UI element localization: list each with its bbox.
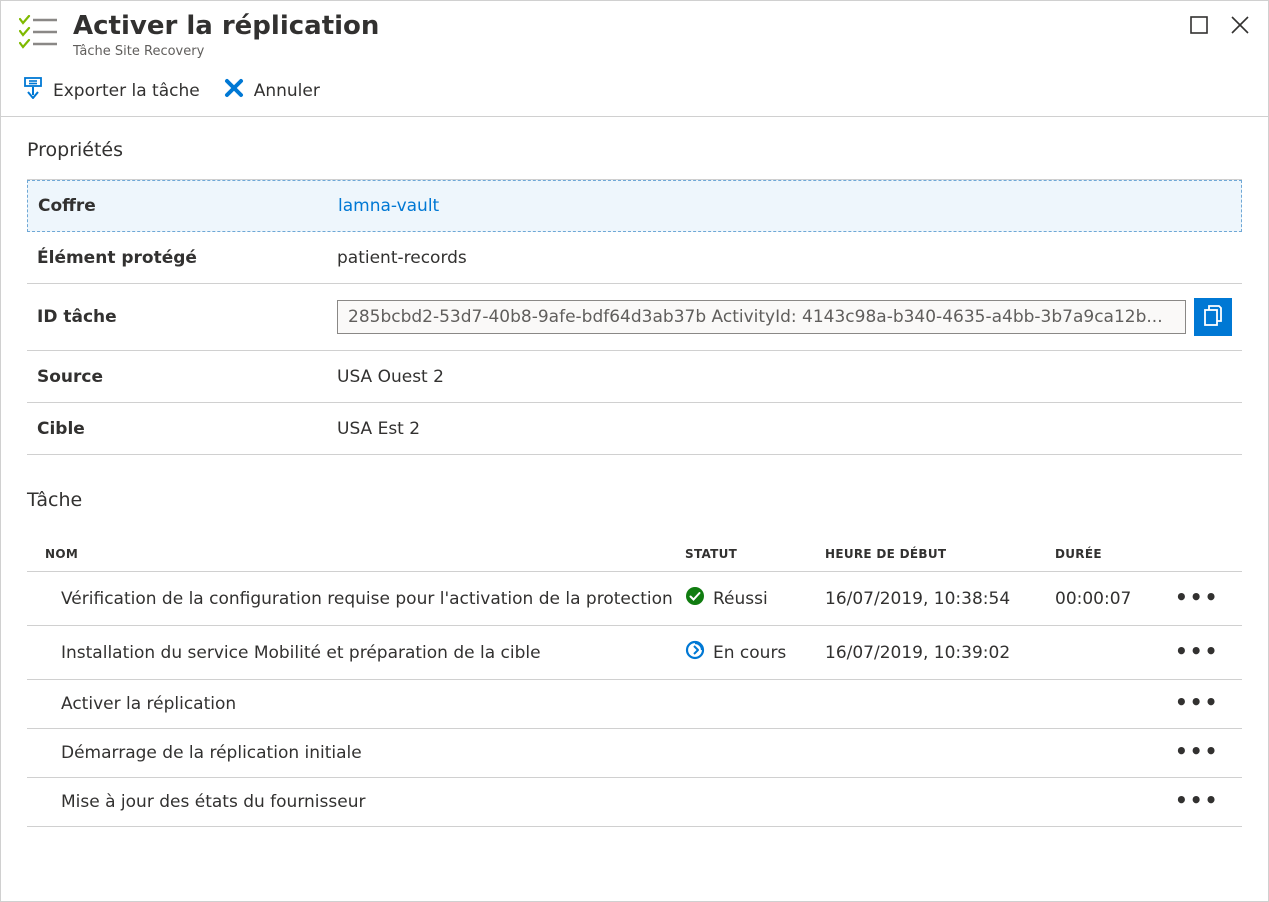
column-header-duration[interactable]: DURÉE: [1055, 547, 1175, 561]
table-row[interactable]: Mise à jour des états du fournisseur •••: [27, 777, 1242, 827]
more-actions-button[interactable]: •••: [1175, 585, 1219, 609]
property-row-task-id: ID tâche 285bcbd2-53d7-40b8-9afe-bdf64d3…: [27, 284, 1242, 351]
property-row-protected-item: Élément protégé patient-records: [27, 232, 1242, 284]
task-name: Mise à jour des états du fournisseur: [45, 792, 685, 812]
status-success-icon: [685, 586, 705, 611]
copy-button[interactable]: [1194, 298, 1232, 336]
property-value: patient-records: [337, 248, 1232, 268]
task-name: Activer la réplication: [45, 694, 685, 714]
task-status: En cours: [713, 643, 786, 663]
column-header-status[interactable]: STATUT: [685, 547, 825, 561]
page-title: Activer la réplication: [73, 11, 1190, 42]
status-progress-icon: [685, 640, 705, 665]
task-list-icon: [19, 15, 59, 53]
table-row[interactable]: Activer la réplication •••: [27, 679, 1242, 728]
task-start-time: 16/07/2019, 10:39:02: [825, 643, 1055, 663]
property-label: Source: [37, 367, 337, 387]
property-value: USA Ouest 2: [337, 367, 1232, 387]
task-start-time: 16/07/2019, 10:38:54: [825, 589, 1055, 609]
export-task-label: Exporter la tâche: [53, 81, 200, 101]
property-row-vault[interactable]: Coffre lamna-vault: [27, 180, 1242, 232]
property-label: Cible: [37, 419, 337, 439]
cancel-button[interactable]: Annuler: [224, 78, 320, 103]
property-label: Élément protégé: [37, 248, 337, 268]
properties-heading: Propriétés: [27, 139, 1242, 161]
export-task-button[interactable]: Exporter la tâche: [23, 77, 200, 104]
column-header-name[interactable]: NOM: [45, 547, 685, 561]
property-row-target: Cible USA Est 2: [27, 403, 1242, 455]
table-row[interactable]: Vérification de la configuration requise…: [27, 571, 1242, 625]
task-duration: 00:00:07: [1055, 589, 1175, 609]
column-header-start[interactable]: HEURE DE DÉBUT: [825, 547, 1055, 561]
properties-table: Coffre lamna-vault Élément protégé patie…: [27, 179, 1242, 455]
property-label: Coffre: [38, 196, 338, 216]
task-id-field[interactable]: 285bcbd2-53d7-40b8-9afe-bdf64d3ab37b Act…: [337, 300, 1186, 334]
page-subtitle: Tâche Site Recovery: [73, 44, 1190, 59]
copy-icon: [1203, 305, 1223, 330]
table-row[interactable]: Installation du service Mobilité et prép…: [27, 625, 1242, 679]
task-name: Vérification de la configuration requise…: [45, 589, 685, 609]
property-value: USA Est 2: [337, 419, 1232, 439]
property-row-source: Source USA Ouest 2: [27, 351, 1242, 403]
more-actions-button[interactable]: •••: [1175, 639, 1219, 663]
maximize-button[interactable]: [1190, 16, 1208, 38]
task-status: Réussi: [713, 589, 768, 609]
close-button[interactable]: [1230, 15, 1250, 39]
table-row[interactable]: Démarrage de la réplication initiale •••: [27, 728, 1242, 777]
export-icon: [23, 77, 43, 104]
toolbar: Exporter la tâche Annuler: [1, 67, 1268, 117]
cancel-label: Annuler: [254, 81, 320, 101]
more-actions-button[interactable]: •••: [1175, 690, 1219, 714]
task-name: Démarrage de la réplication initiale: [45, 743, 685, 763]
page-header: Activer la réplication Tâche Site Recove…: [1, 1, 1268, 67]
cancel-icon: [224, 78, 244, 103]
property-label: ID tâche: [37, 307, 337, 327]
task-table-header: NOM STATUT HEURE DE DÉBUT DURÉE: [27, 529, 1242, 571]
property-value-link[interactable]: lamna-vault: [338, 196, 1231, 216]
more-actions-button[interactable]: •••: [1175, 739, 1219, 763]
more-actions-button[interactable]: •••: [1175, 788, 1219, 812]
task-name: Installation du service Mobilité et prép…: [45, 643, 685, 663]
task-heading: Tâche: [27, 489, 1242, 511]
